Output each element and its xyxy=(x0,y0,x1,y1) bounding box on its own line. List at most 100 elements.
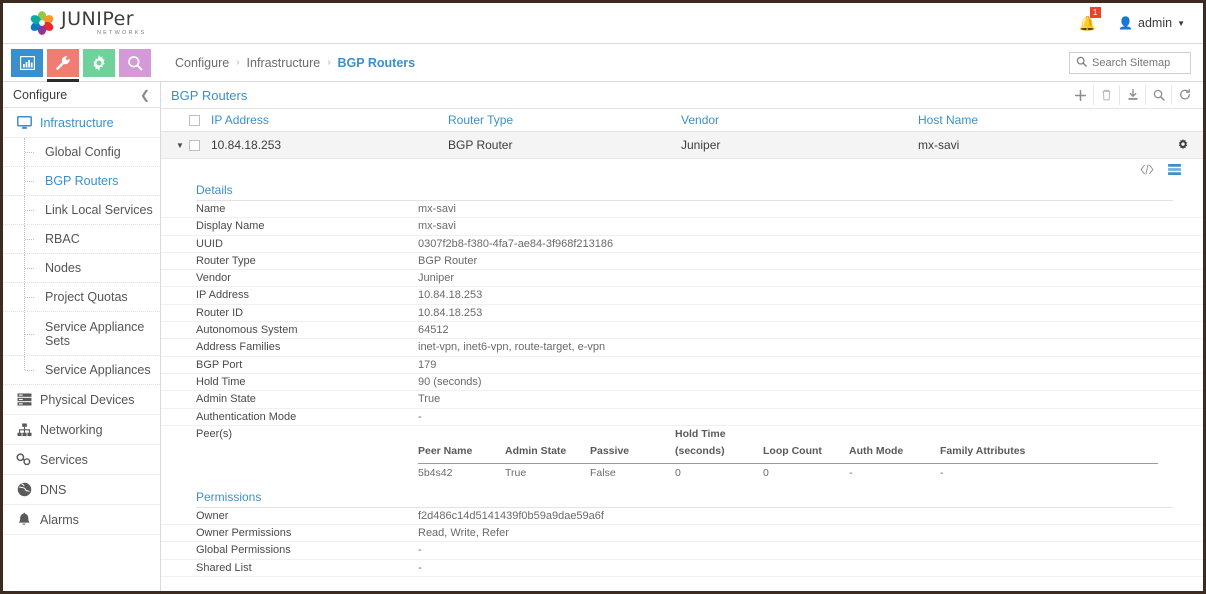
query-tile[interactable] xyxy=(119,48,151,77)
peer-cell-admin-state: True xyxy=(505,466,527,479)
peer-cell-family-attributes: - xyxy=(940,466,944,479)
peers-table-row: 5b4s42 True False 0 0 - - xyxy=(418,464,1158,483)
detail-row: Vendor Juniper xyxy=(161,270,1203,288)
sidebar-item-service-appliance-sets[interactable]: Service Appliance Sets xyxy=(3,312,160,356)
notifications-button[interactable]: 🔔 1 xyxy=(1078,7,1101,31)
breadcrumb-separator-icon: › xyxy=(327,57,331,68)
detail-row: Display Name mx-savi xyxy=(161,218,1203,236)
details-section-title: Details xyxy=(196,183,233,197)
detail-label: Address Families xyxy=(196,341,281,354)
panel-toolbar xyxy=(1067,85,1197,105)
column-header-router-type[interactable]: Router Type xyxy=(448,113,681,127)
sidebar-item-networking[interactable]: Networking xyxy=(3,415,160,445)
caret-down-icon[interactable]: ▼ xyxy=(171,141,189,150)
sitemap-search[interactable] xyxy=(1069,51,1191,74)
sidebar-item-services[interactable]: Services xyxy=(3,445,160,475)
detail-row: Hold Time 90 (seconds) xyxy=(161,374,1203,392)
sidebar-item-label: Project Quotas xyxy=(45,290,128,304)
detail-label: Authentication Mode xyxy=(196,410,297,423)
row-actions-button[interactable] xyxy=(1163,139,1203,151)
detail-row: Admin State True xyxy=(161,391,1203,409)
cell-ip-address: 10.84.18.253 xyxy=(211,138,282,152)
sidebar-item-infrastructure[interactable]: Infrastructure xyxy=(3,108,160,138)
panel-header: BGP Routers xyxy=(161,82,1203,108)
peers-column-admin-state: Admin State xyxy=(505,444,567,457)
notification-badge: 1 xyxy=(1089,7,1101,18)
peers-table: Peer Name Admin State Passive Hold Time … xyxy=(418,426,1203,483)
brand-name: JUNIPer xyxy=(61,8,135,30)
sidebar: Configure ❮ Infrastructure Global Config… xyxy=(3,82,161,591)
sidebar-item-label: Global Config xyxy=(45,145,121,159)
bell-icon: 🔔 xyxy=(1078,15,1097,31)
add-button[interactable] xyxy=(1067,85,1093,105)
permission-value: - xyxy=(418,561,422,574)
select-all-cell xyxy=(189,114,211,126)
permissions-section-title: Permissions xyxy=(196,489,262,504)
cell-router-type: BGP Router xyxy=(448,138,513,152)
detail-label: Vendor xyxy=(196,272,231,285)
breadcrumb-item-configure[interactable]: Configure xyxy=(175,56,229,70)
sidebar-item-dns[interactable]: DNS xyxy=(3,475,160,505)
delete-button[interactable] xyxy=(1093,85,1119,105)
breadcrumb-item-bgp-routers[interactable]: BGP Routers xyxy=(338,56,416,70)
settings-tile[interactable] xyxy=(83,48,115,77)
sidebar-header: Configure ❮ xyxy=(3,82,160,108)
search-button[interactable] xyxy=(1145,85,1171,105)
user-menu[interactable]: 👤 admin ▼ xyxy=(1118,16,1185,30)
sidebar-item-rbac[interactable]: RBAC xyxy=(3,225,160,254)
sidebar-item-global-config[interactable]: Global Config xyxy=(3,138,160,167)
table-row[interactable]: ▼ 10.84.18.253 BGP Router Juniper mx-sav… xyxy=(161,132,1203,159)
top-bar-actions: 🔔 1 👤 admin ▼ xyxy=(1078,7,1185,31)
sidebar-item-project-quotas[interactable]: Project Quotas xyxy=(3,283,160,312)
gear-icon xyxy=(91,54,107,71)
detail-value: mx-savi xyxy=(418,220,456,233)
detail-panel: Details Name mx-savi Display Name mx-sav… xyxy=(161,159,1203,578)
chevron-left-icon[interactable]: ❮ xyxy=(140,88,150,102)
configure-tile[interactable] xyxy=(47,48,79,82)
search-icon xyxy=(1076,56,1087,70)
detail-label: Hold Time xyxy=(196,375,246,388)
detail-row: Address Families inet-vpn, inet6-vpn, ro… xyxy=(161,339,1203,357)
sidebar-item-physical-devices[interactable]: Physical Devices xyxy=(3,385,160,415)
page-title: BGP Routers xyxy=(171,87,248,103)
sidebar-item-label: Service Appliances xyxy=(45,363,151,377)
column-header-ip-address[interactable]: IP Address xyxy=(211,113,448,127)
peers-column-loop-count: Loop Count xyxy=(763,444,822,457)
breadcrumb-separator-icon: › xyxy=(236,57,240,68)
sidebar-item-bgp-routers[interactable]: BGP Routers xyxy=(3,167,160,196)
sidebar-item-link-local-services[interactable]: Link Local Services xyxy=(3,196,160,225)
peer-cell-auth-mode: - xyxy=(849,466,853,479)
monitor-tile[interactable] xyxy=(11,48,43,77)
brand-tagline: NETWORKS xyxy=(97,30,147,36)
column-header-vendor[interactable]: Vendor xyxy=(681,113,918,127)
chevron-down-icon: ▼ xyxy=(1177,18,1185,28)
json-view-toggle[interactable] xyxy=(1140,164,1154,178)
select-all-checkbox[interactable] xyxy=(189,114,200,126)
detail-value: - xyxy=(418,410,422,423)
peers-column-hold-time: Hold Time (seconds) xyxy=(675,426,763,460)
sidebar-item-label: Service Appliance Sets xyxy=(45,319,145,348)
breadcrumb-item-infrastructure[interactable]: Infrastructure xyxy=(247,56,321,70)
row-checkbox[interactable] xyxy=(189,139,200,151)
cell-vendor: Juniper xyxy=(681,138,721,152)
search-input[interactable] xyxy=(1092,56,1184,69)
sidebar-item-alarms[interactable]: Alarms xyxy=(3,505,160,535)
table-view-toggle[interactable] xyxy=(1168,164,1181,178)
detail-row: Router ID 10.84.18.253 xyxy=(161,305,1203,323)
sidebar-item-service-appliances[interactable]: Service Appliances xyxy=(3,356,160,385)
sidebar-item-label: Nodes xyxy=(45,261,82,275)
sidebar-title: Configure xyxy=(13,87,68,102)
breadcrumb: Configure › Infrastructure › BGP Routers xyxy=(175,56,415,70)
globe-icon xyxy=(16,482,32,497)
import-button[interactable] xyxy=(1119,85,1145,105)
detail-view-toggles xyxy=(161,159,1203,183)
column-header-host-name[interactable]: Host Name xyxy=(918,113,1163,127)
detail-value: 0307f2b8-f380-4fa7-ae84-3f968f213186 xyxy=(418,237,614,250)
refresh-button[interactable] xyxy=(1171,85,1197,105)
permission-label: Global Permissions xyxy=(196,544,291,557)
permission-row: Global Permissions - xyxy=(161,542,1203,560)
link-icon xyxy=(16,453,32,466)
sidebar-item-nodes[interactable]: Nodes xyxy=(3,254,160,283)
juniper-logo[interactable]: JUNIPer NETWORKS xyxy=(29,10,146,36)
application-window: JUNIPer NETWORKS 🔔 1 👤 admin ▼ Configure… xyxy=(0,0,1206,594)
